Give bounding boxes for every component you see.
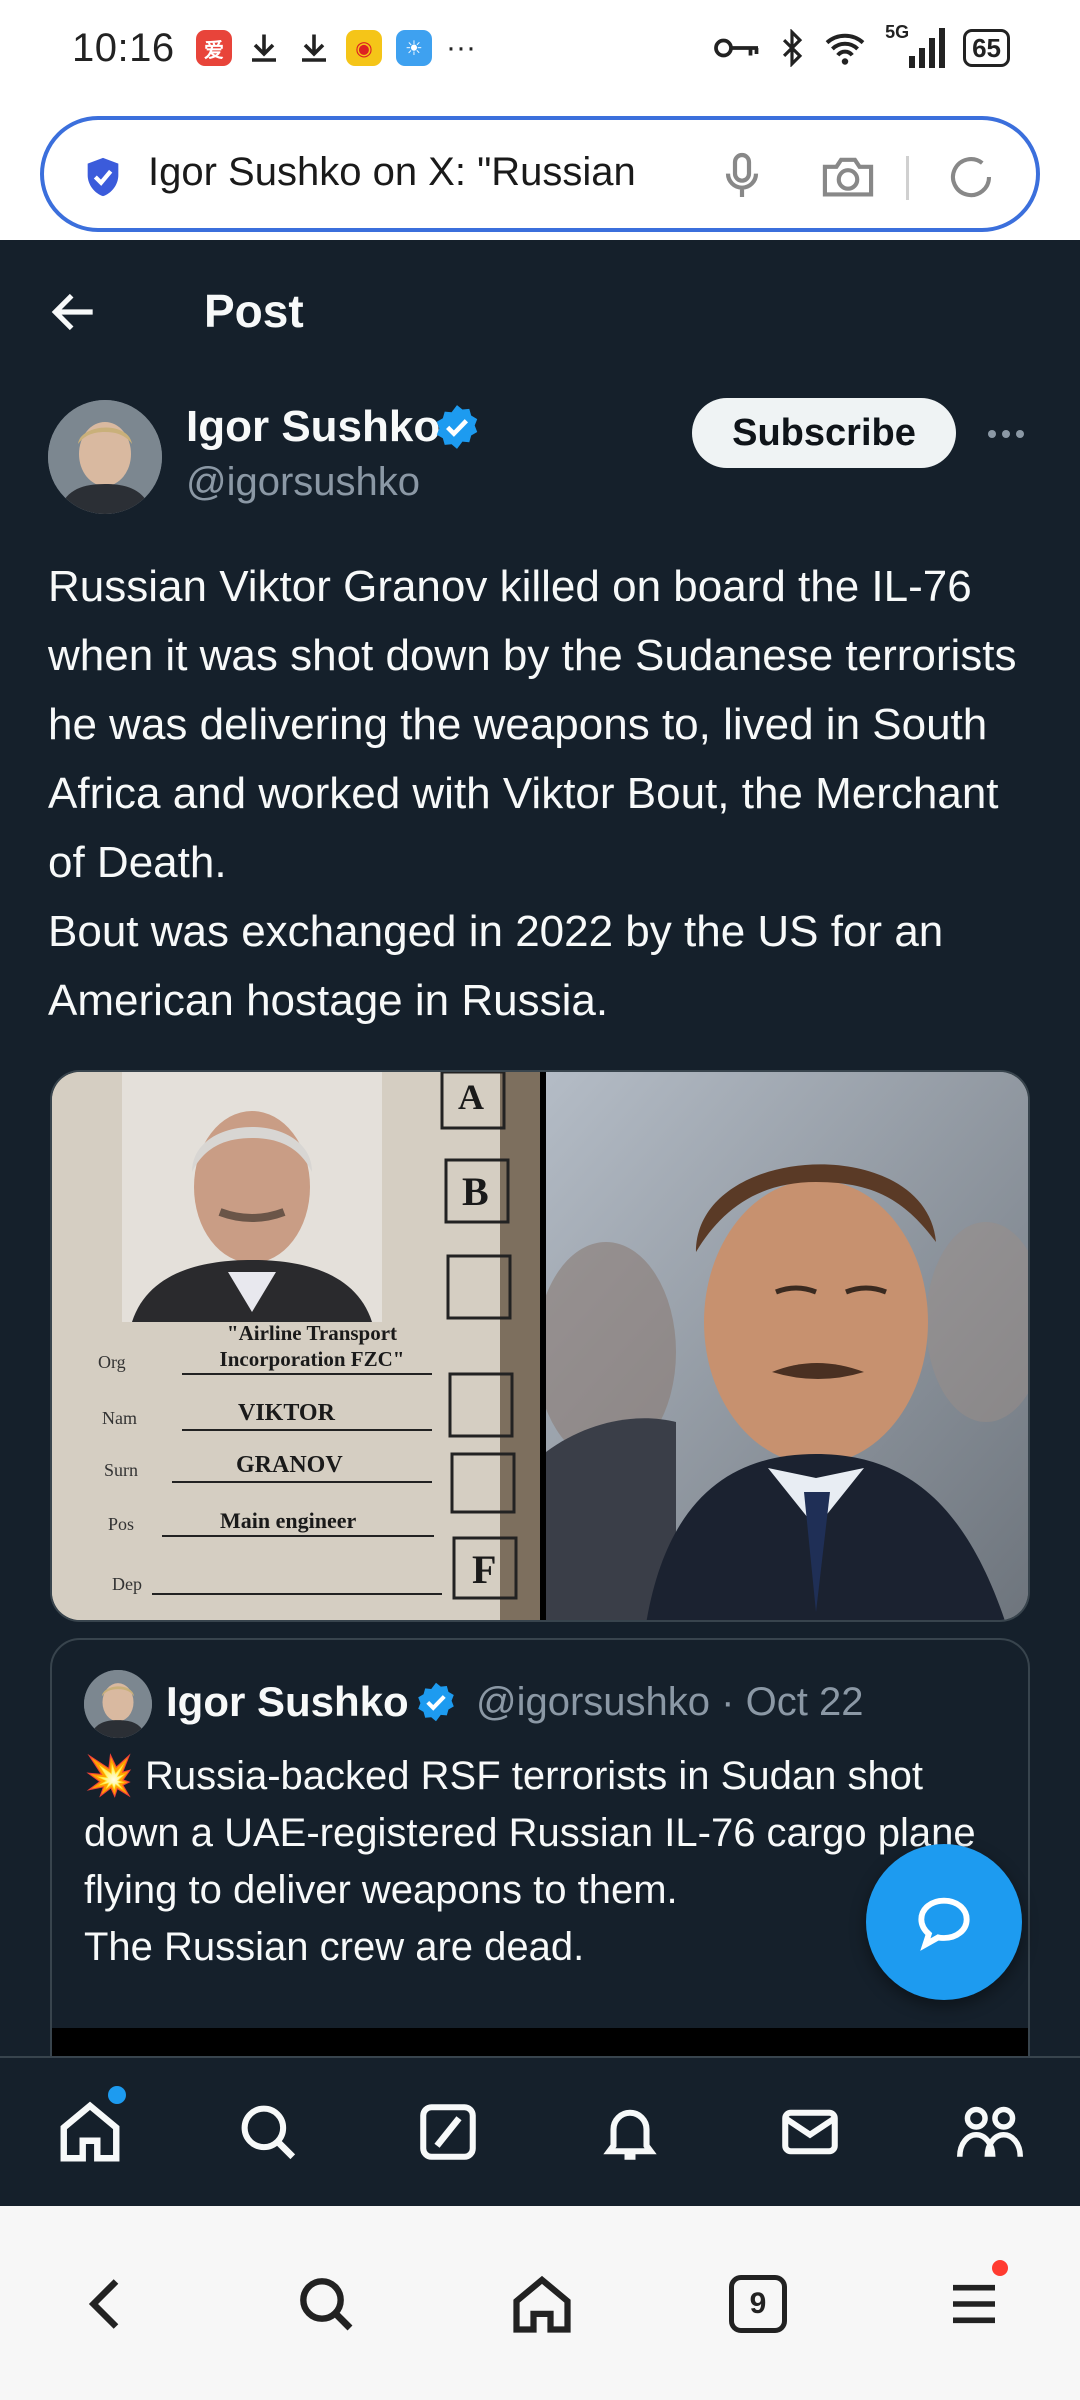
tabs-icon: 9	[729, 2275, 787, 2333]
browser-nav-bar: 9	[0, 2206, 1080, 2400]
url-text[interactable]: Igor Sushko on X: "Russian	[148, 150, 708, 195]
post-header: Post	[0, 240, 1080, 386]
app-notification-icon: 爱	[196, 30, 232, 66]
search-icon	[300, 2278, 353, 2331]
tab-messages[interactable]	[770, 2092, 850, 2172]
tab-grok[interactable]	[408, 2092, 488, 2172]
quote-meta: @igorsushko · Oct 22	[476, 1680, 863, 1725]
tab-search[interactable]	[228, 2092, 308, 2172]
author-handle[interactable]: @igorsushko	[186, 460, 420, 505]
back-icon	[88, 2279, 119, 2329]
wifi-icon	[825, 33, 865, 65]
refresh-icon[interactable]	[944, 150, 998, 204]
quoted-post[interactable]: Igor Sushko @igorsushko · Oct 22 💥 Russi…	[50, 1638, 1030, 2056]
card-box-a: A	[458, 1077, 484, 1117]
download-icon	[252, 34, 276, 62]
search-icon	[241, 2105, 296, 2160]
card-surname-label: Surn	[104, 1460, 139, 1480]
portrait-image[interactable]	[546, 1072, 1028, 1620]
weibo-icon: ◉	[346, 30, 382, 66]
download-icon	[302, 34, 326, 62]
subscribe-button[interactable]: Subscribe	[692, 398, 956, 468]
post-text: Russian Viktor Granov killed on board th…	[48, 552, 1038, 1035]
quote-author-name: Igor Sushko	[166, 1678, 409, 1725]
home-icon	[513, 2275, 571, 2333]
menu-badge	[992, 2260, 1008, 2276]
card-org-label: Org	[98, 1352, 126, 1372]
quote-text: 💥 Russia-backed RSF terrorists in Sudan …	[84, 1748, 1004, 1976]
notification-dot	[108, 2086, 126, 2104]
post-text-paragraph: Russian Viktor Granov killed on board th…	[48, 562, 1017, 887]
back-arrow-icon[interactable]	[46, 284, 102, 340]
notification-icons: 爱 ◉ ☀ ···	[196, 30, 476, 66]
card-surname-value: GRANOV	[236, 1452, 343, 1478]
tab-communities[interactable]	[950, 2092, 1030, 2172]
card-name-value: VIKTOR	[238, 1400, 335, 1426]
tab-notifications[interactable]	[590, 2092, 670, 2172]
id-card-image[interactable]: "Airline Transport Incorporation FZC" Or…	[52, 1072, 540, 1620]
camera-icon[interactable]	[818, 148, 878, 204]
browser-toolbar: Igor Sushko on X: "Russian	[0, 104, 1080, 240]
grok-icon	[420, 2104, 476, 2160]
divider	[906, 156, 909, 200]
card-box-f: F	[472, 1547, 497, 1592]
menu-icon	[953, 2284, 995, 2324]
collision-emoji-icon: 💥	[84, 1754, 134, 1798]
card-name-label: Nam	[102, 1408, 137, 1428]
quote-date: · Oct 22	[721, 1680, 864, 1724]
home-icon	[60, 2101, 120, 2162]
post-text-paragraph: Bout was exchanged in 2022 by the US for…	[48, 907, 944, 1025]
bluetooth-icon	[783, 29, 803, 67]
communities-icon	[957, 2106, 1023, 2157]
author-name[interactable]: Igor Sushko	[186, 402, 440, 452]
reply-fab[interactable]	[866, 1844, 1022, 2000]
shield-icon[interactable]	[80, 154, 126, 200]
weather-icon: ☀	[396, 30, 432, 66]
more-options-icon[interactable]	[984, 416, 1028, 452]
address-bar[interactable]: Igor Sushko on X: "Russian	[40, 116, 1040, 232]
status-bar: 10:16 爱 ◉ ☀ ··· 5G 65	[0, 0, 1080, 104]
signal-icon: 5G	[885, 22, 946, 68]
browser-menu-button[interactable]	[934, 2260, 1014, 2344]
microphone-icon[interactable]	[714, 148, 770, 204]
status-time: 10:16	[72, 26, 175, 70]
quote-text-paragraph: Russia-backed RSF terrorists in Sudan sh…	[84, 1754, 976, 1912]
browser-search-button[interactable]	[286, 2264, 366, 2344]
browser-tabs-button[interactable]: 9	[718, 2264, 798, 2344]
network-type: 5G	[885, 22, 910, 42]
card-pos-label: Pos	[108, 1514, 135, 1534]
post-media[interactable]: "Airline Transport Incorporation FZC" Or…	[50, 1070, 1030, 1622]
quote-author-handle: @igorsushko	[476, 1680, 711, 1724]
battery-indicator: 65	[963, 29, 1010, 67]
card-pos-value: Main engineer	[220, 1508, 357, 1533]
verified-badge-icon	[418, 1682, 454, 1722]
browser-home-button[interactable]	[502, 2264, 582, 2344]
mail-icon	[782, 2109, 838, 2155]
browser-back-button[interactable]	[66, 2264, 146, 2344]
more-notifications-icon: ···	[446, 31, 476, 64]
reply-icon	[918, 1897, 970, 1951]
card-org-value: "Airline Transport Incorporation FZC"	[219, 1321, 405, 1371]
card-box-b: B	[462, 1169, 489, 1214]
avatar[interactable]	[48, 400, 162, 514]
quote-avatar[interactable]	[84, 1670, 152, 1738]
verified-badge-icon	[436, 405, 478, 449]
quote-media[interactable]	[52, 2028, 1028, 2056]
x-tab-bar	[0, 2056, 1080, 2206]
tab-home[interactable]	[50, 2092, 130, 2172]
x-app: Post Igor Sushko @igorsushko Subscribe R…	[0, 240, 1080, 2056]
page-title: Post	[204, 285, 304, 337]
bell-icon	[603, 2109, 657, 2160]
vpn-key-icon	[714, 38, 759, 58]
system-icons: 5G 65	[713, 22, 1010, 68]
card-dep-label: Dep	[112, 1574, 142, 1594]
